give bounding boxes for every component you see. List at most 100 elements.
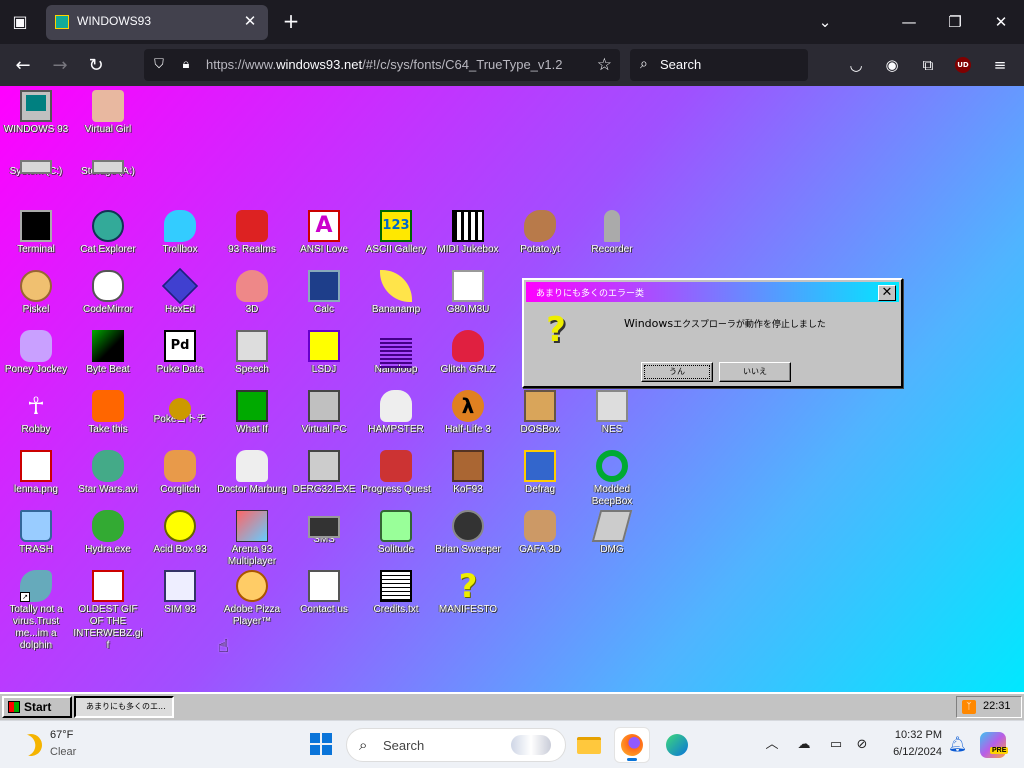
ublock-extension-icon[interactable]: UD — [955, 57, 971, 73]
desktop-icon[interactable]: Corglitch — [144, 450, 216, 496]
windows93-desktop[interactable]: WINDOWS 93 Virtual Girl System (C:)Storage… — [0, 86, 1024, 692]
weather-description[interactable]: Clear — [50, 746, 76, 758]
desktop-icon[interactable]: Solitude — [360, 510, 432, 556]
desktop-icon[interactable]: HexEd — [144, 267, 216, 316]
desktop-icon[interactable]: HAMPSTER — [360, 390, 432, 436]
network-icon[interactable]: ⊘ — [852, 735, 872, 755]
desktop-icon[interactable]: SIM 93 — [144, 570, 216, 616]
lock-icon[interactable]: 🔒︎ — [177, 57, 195, 72]
desktop-icon[interactable]: MIDI Jukebox — [432, 210, 504, 256]
desktop-icon[interactable]: Terminal — [0, 210, 72, 256]
desktop-icon[interactable]: DOSBox — [504, 390, 576, 436]
desktop-icon[interactable]: ↗ Totally not a virus.Trust me...im a dol… — [0, 570, 72, 652]
desktop-icon[interactable]: Calc — [288, 270, 360, 316]
url-bar[interactable]: ⛉ 🔒︎ https://www.windows93.net/#!/c/sys/… — [144, 49, 620, 81]
display-icon[interactable]: ▭ — [826, 735, 846, 755]
desktop-icon[interactable]: Virtual PC — [288, 390, 360, 436]
taskbar-item-error-dialog[interactable]: あまりにも多くのエ... — [74, 696, 174, 718]
extensions-icon[interactable]: ⧉ — [916, 53, 940, 77]
windows-start-icon[interactable] — [310, 733, 332, 755]
system-date[interactable]: 6/12/2024 — [880, 746, 942, 758]
chevron-down-icon[interactable]: ⌄ — [813, 10, 837, 34]
desktop-icon[interactable]: CodeMirror — [72, 270, 144, 316]
desktop-icon[interactable]: Nanoloop — [360, 330, 432, 376]
dialog-title-bar[interactable]: あまりにも多くのエラー类 ✕ — [526, 282, 899, 302]
desktop-icon[interactable]: Credits.txt — [360, 570, 432, 616]
desktop-icon[interactable]: Star Wars.avi — [72, 450, 144, 496]
shield-icon[interactable]: ⛉ — [150, 57, 168, 72]
browser-search-box[interactable]: ⌕ Search — [630, 49, 808, 81]
desktop-icon[interactable]: ☥ Robby — [0, 390, 72, 436]
minimize-icon[interactable]: — — [897, 10, 921, 34]
desktop-icon[interactable]: Take this — [72, 390, 144, 436]
desktop-icon[interactable]: TRASH — [0, 510, 72, 556]
desktop-icon[interactable]: Hydra.exe — [72, 510, 144, 556]
url-text[interactable]: https://www.windows93.net/#!/c/sys/fonts… — [206, 57, 586, 72]
desktop-icon[interactable]: DMG — [576, 510, 648, 556]
desktop-icon[interactable]: Speech — [216, 330, 288, 376]
dialog-yes-button[interactable]: うん — [641, 362, 713, 382]
copilot-icon[interactable] — [980, 732, 1006, 758]
bookmark-star-icon[interactable]: ☆ — [597, 55, 612, 75]
desktop-icon[interactable]: Piskel — [0, 270, 72, 316]
desktop-icon[interactable]: Virtual Girl — [72, 90, 144, 136]
notification-bell-icon[interactable]: 🔔︎ — [948, 735, 967, 753]
desktop-icon[interactable]: Potato.yt — [504, 210, 576, 256]
chevron-up-icon[interactable]: ︿ — [762, 735, 782, 755]
weather-temperature[interactable]: 67°F — [50, 729, 73, 741]
desktop-icon[interactable]: WINDOWS 93 — [0, 90, 72, 136]
desktop-icon[interactable]: LSDJ — [288, 330, 360, 376]
reload-icon[interactable]: ↻ — [83, 53, 109, 79]
desktop-icon[interactable]: Poney Jockey — [0, 330, 72, 376]
desktop-icon[interactable]: Defrag — [504, 450, 576, 496]
desktop-icon[interactable]: OLDEST GIF OF THE INTERWEBZ.gif — [72, 570, 144, 652]
desktop-icon[interactable]: Bananamp — [360, 270, 432, 316]
system-time[interactable]: 10:32 PM — [880, 729, 942, 741]
edge-icon[interactable] — [660, 728, 694, 762]
dialog-close-button[interactable]: ✕ — [878, 285, 896, 301]
cloud-offline-icon[interactable]: ☁ — [794, 735, 814, 755]
desktop-icon[interactable]: 3D — [216, 270, 288, 316]
desktop-icon[interactable]: Adobe Pizza Player™ — [216, 570, 288, 628]
tab-close-icon[interactable]: ✕ — [240, 12, 260, 30]
desktop-icon[interactable]: 123 ASCII Gallery — [360, 210, 432, 256]
error-dialog[interactable]: あまりにも多くのエラー类 ✕ ? Windowsエクスプローラが動作を停止しまし… — [522, 278, 903, 388]
desktop-icon[interactable]: System (C:) — [0, 150, 72, 178]
desktop-icon[interactable]: Brian Sweeper — [432, 510, 504, 556]
desktop-icon[interactable]: Arena 93 Multiplayer — [216, 510, 288, 568]
desktop-icon[interactable]: ? MANIFESTO — [432, 570, 504, 616]
desktop-icon[interactable]: 93 Realms — [216, 210, 288, 256]
desktop-icon[interactable]: Acid Box 93 — [144, 510, 216, 556]
desktop-icon[interactable]: DERG32.EXE — [288, 450, 360, 496]
pocket-icon[interactable]: ◡ — [844, 53, 868, 77]
desktop-icon[interactable]: SMS — [288, 510, 360, 546]
account-icon[interactable]: ◉ — [880, 53, 904, 77]
windows-search-box[interactable]: ⌕ Search — [346, 728, 566, 762]
desktop-icon[interactable]: Progress Quest — [360, 450, 432, 496]
desktop-icon[interactable]: G80.M3U — [432, 270, 504, 316]
desktop-icon[interactable]: Storage (A:) — [72, 150, 144, 178]
desktop-icon[interactable]: KoF93 — [432, 450, 504, 496]
firefox-icon[interactable] — [615, 728, 649, 762]
desktop-icon[interactable]: Modded BeepBox — [576, 450, 648, 508]
browser-tab-windows93[interactable]: WINDOWS93 ✕ — [46, 5, 268, 40]
tab-list-icon[interactable]: ▣ — [8, 10, 32, 34]
hamburger-menu-icon[interactable]: ≡ — [988, 53, 1012, 77]
windows93-start-button[interactable]: Start — [2, 696, 72, 718]
desktop-icon[interactable]: Glitch GRLZ — [432, 330, 504, 376]
desktop-icon[interactable]: Pokeゴトチ — [144, 390, 216, 426]
desktop-icon[interactable]: Trollbox — [144, 210, 216, 256]
desktop-icon[interactable]: Recorder — [576, 210, 648, 256]
desktop-icon[interactable]: Contact us — [288, 570, 360, 616]
desktop-icon[interactable]: Pd Puke Data — [144, 330, 216, 376]
desktop-icon[interactable]: What If — [216, 390, 288, 436]
desktop-icon[interactable]: λ Half-Life 3 — [432, 390, 504, 436]
dialog-no-button[interactable]: いいえ — [719, 362, 791, 382]
desktop-icon[interactable]: NES — [576, 390, 648, 436]
moon-weather-icon[interactable] — [16, 730, 46, 760]
desktop-icon[interactable]: A ANSI Love — [288, 210, 360, 256]
rss-icon[interactable]: ᛉ — [962, 700, 976, 714]
desktop-icon[interactable]: Byte Beat — [72, 330, 144, 376]
desktop-icon[interactable]: lenna.png — [0, 450, 72, 496]
desktop-icon[interactable]: Cat Explorer — [72, 210, 144, 256]
